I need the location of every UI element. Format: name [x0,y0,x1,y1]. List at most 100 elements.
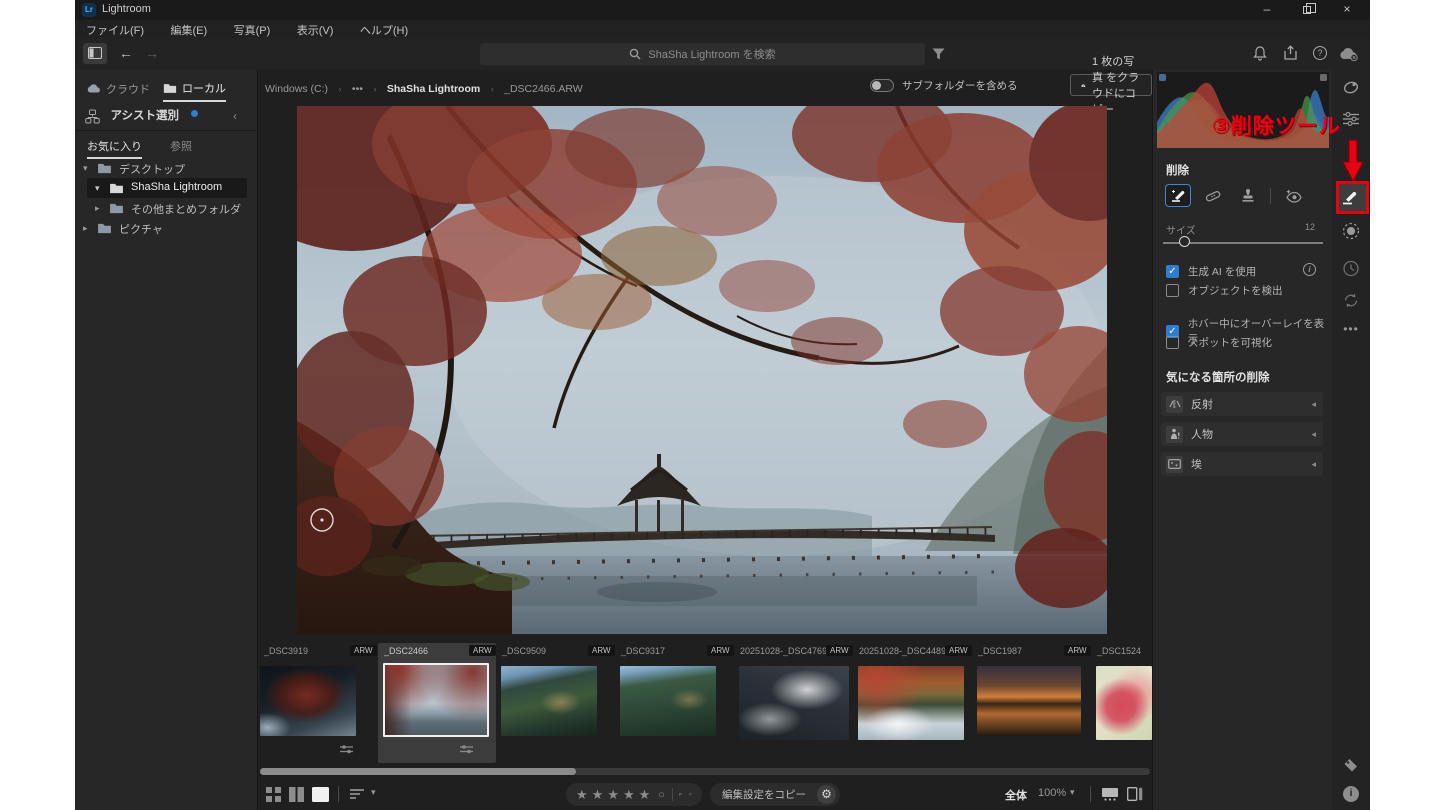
before-after-button[interactable] [1127,787,1143,801]
pick-flag-icon[interactable] [679,789,683,800]
option-generative-ai[interactable]: ✓ 生成 AI を使用 [1166,264,1256,279]
minimize-button[interactable]: – [1247,0,1287,20]
thumbnail-dsc2466-selected[interactable] [383,663,489,737]
remove-people-row[interactable]: 人物 ◂ [1161,422,1323,446]
tree-item-desktop[interactable]: ▾ デスクトップ [75,158,258,178]
chevron-down-icon[interactable]: ▾ [83,163,88,174]
tab-browse[interactable]: 参照 [170,138,192,154]
menu-photo[interactable]: 写真(P) [223,20,282,40]
help-button[interactable]: ? [1313,46,1327,60]
checkbox-unchecked[interactable] [1166,284,1179,297]
search-input[interactable]: ShaSha Lightroom を検索 [480,43,925,65]
filmstrip-scrollbar-thumb[interactable] [260,768,576,775]
grid-view-button[interactable] [266,787,281,802]
tab-cloud[interactable]: クラウド [87,80,150,101]
cloud-copy-button[interactable]: 1 枚の写真 をクラウドにコピー [1070,56,1152,116]
zoom-chevron-icon[interactable]: ▾ [1070,787,1075,798]
breadcrumb-ellipsis[interactable]: ••• [352,83,363,95]
star-icon[interactable]: ★ [639,787,651,803]
sort-button[interactable] [350,788,366,800]
tree-item-shasha-lightroom[interactable]: ▾ ShaSha Lightroom [87,178,247,198]
thumbnail-dsc3919[interactable] [260,666,356,736]
checkbox-unchecked[interactable] [1166,336,1179,349]
breadcrumb-drive[interactable]: Windows (C:) [265,83,328,95]
edit-sliders-button[interactable] [1343,112,1359,131]
thumbnail-dsc9509[interactable] [501,666,597,736]
chevron-down-icon[interactable]: ▾ [95,183,100,194]
photo-canvas[interactable] [232,71,1267,634]
menu-help[interactable]: ヘルプ(H) [349,20,419,40]
menu-edit[interactable]: 編集(E) [160,20,219,40]
cloud-sync-button[interactable] [1339,47,1359,66]
filetype-badge: ARW [707,645,734,656]
zoom-value[interactable]: 100% [1038,787,1066,799]
shadow-clipping-indicator [1159,74,1166,81]
thumbnail-dsc1524[interactable] [1096,666,1152,740]
notifications-button[interactable] [1253,46,1267,66]
collapse-left-icon[interactable]: ◂ [1311,399,1316,410]
chevron-right-icon[interactable]: ▸ [83,223,88,234]
size-slider-knob[interactable] [1179,236,1190,247]
detail-view-button-active[interactable] [312,787,329,802]
info-button[interactable]: i [1343,786,1359,802]
subfolder-toggle[interactable]: サブフォルダーを含める [870,78,1018,93]
thumbnail-dsc4769[interactable] [739,666,849,740]
option-visualize-spots[interactable]: スポットを可視化 [1166,335,1272,350]
square-grid-view-button[interactable] [289,787,304,802]
remove-reflections-row[interactable]: 反射 ◂ [1161,392,1323,416]
filter-button[interactable] [932,47,945,65]
tab-favorites[interactable]: お気に入り [87,138,142,159]
breadcrumb-file[interactable]: _DSC2466.ARW [504,83,583,95]
masking-button[interactable] [1342,222,1360,245]
toggle-track[interactable] [870,79,894,92]
more-tools-button[interactable]: ••• [1343,322,1359,336]
share-button[interactable] [1283,45,1298,66]
filetype-badge: ARW [826,645,853,656]
close-button[interactable]: × [1327,0,1367,20]
copy-edit-settings-button[interactable]: 編集設定をコピー [722,787,806,802]
star-icon[interactable]: ★ [623,787,635,803]
tab-local[interactable]: ローカル [163,80,226,102]
filmstrip-scrollbar-track[interactable] [260,768,1150,775]
sidebar-toggle-button[interactable] [83,43,107,64]
remove-dust-row[interactable]: 埃 ◂ [1161,452,1323,476]
edit-adjustments-button[interactable] [1343,80,1360,100]
thumbnail-dsc4489[interactable] [858,666,964,740]
option-detect-objects[interactable]: オブジェクトを検出 [1166,283,1283,298]
back-button[interactable]: ← [119,45,133,61]
zoom-mode-label[interactable]: 全体 [1005,787,1027,803]
thumbnail-dsc9317[interactable] [620,666,716,736]
red-eye-tool[interactable] [1280,184,1306,207]
clone-stamp-tool[interactable] [1235,184,1261,207]
checkbox-checked[interactable]: ✓ [1166,265,1179,278]
filmstrip-toggle-button[interactable] [1101,787,1119,801]
heal-brush-tool[interactable] [1200,184,1226,207]
folder-icon [98,223,111,234]
heal-eraser-tool-selected[interactable] [1165,184,1191,207]
gear-icon[interactable]: ⚙ [817,785,836,804]
thumbnail-dsc1987[interactable] [977,666,1081,736]
versions-button[interactable] [1343,260,1360,282]
sync-activity-button[interactable] [1343,292,1360,314]
star-icon[interactable]: ★ [607,787,619,803]
highlight-clipping-indicator [1320,74,1327,81]
tree-item-other-folder[interactable]: ▸ その他まとめフォルダ [87,198,258,218]
restore-button[interactable] [1287,0,1327,20]
star-icon[interactable]: ★ [592,787,604,803]
tree-item-pictures[interactable]: ▸ ピクチャ [75,218,258,238]
sort-chevron-icon[interactable]: ▾ [371,787,376,798]
collapse-left-icon[interactable]: ◂ [1311,429,1316,440]
sidebar-collapse-button[interactable]: ‹ [233,109,237,123]
collapse-left-icon[interactable]: ◂ [1311,459,1316,470]
star-icon[interactable]: ★ [576,787,588,803]
chevron-right-icon[interactable]: ▸ [95,203,100,214]
reject-flag-icon[interactable] [689,789,692,800]
assist-select-item[interactable]: アシスト選別 [85,107,199,126]
info-icon[interactable]: i [1303,263,1316,276]
option-label: スポットを可視化 [1188,337,1272,349]
menu-file[interactable]: ファイル(F) [75,20,155,40]
color-label-circle-icon[interactable]: ○ [658,789,665,801]
breadcrumb-folder[interactable]: ShaSha Lightroom [387,83,480,95]
menu-view[interactable]: 表示(V) [286,20,345,40]
keywords-button[interactable] [1344,758,1359,778]
